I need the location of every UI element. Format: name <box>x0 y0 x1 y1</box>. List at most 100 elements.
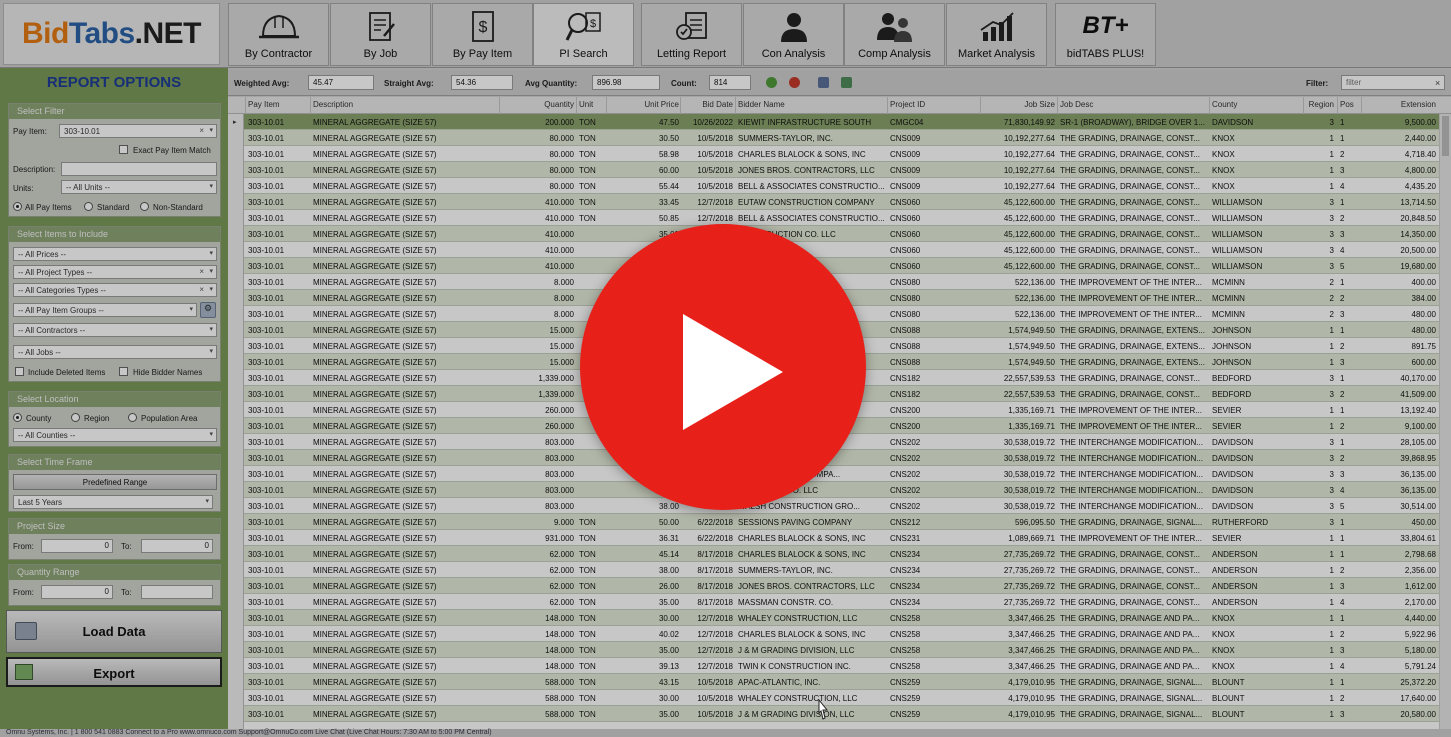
table-row[interactable]: 303-10.01 MINERAL AGGREGATE (SIZE 57) 9.00… <box>228 514 1451 530</box>
table-row[interactable]: 303-10.01 MINERAL AGGREGATE (SIZE 57) 80.0… <box>228 146 1451 162</box>
table-row[interactable]: 303-10.01 MINERAL AGGREGATE (SIZE 57) 62.0… <box>228 594 1451 610</box>
column-header-description[interactable]: Description <box>313 100 498 109</box>
column-divider[interactable] <box>310 97 311 114</box>
table-row[interactable]: 303-10.01 MINERAL AGGREGATE (SIZE 57) 148.… <box>228 642 1451 658</box>
column-header-pay-item[interactable]: Pay Item <box>248 100 308 109</box>
table-row[interactable]: 303-10.01 MINERAL AGGREGATE (SIZE 57) 62.0… <box>228 562 1451 578</box>
table-row[interactable]: 303-10.01 MINERAL AGGREGATE (SIZE 57) 410.… <box>228 194 1451 210</box>
tab-pi-search[interactable]: $ PI Search <box>533 3 634 66</box>
column-divider[interactable] <box>1057 97 1058 114</box>
table-row[interactable]: 303-10.01 MINERAL AGGREGATE (SIZE 57) 80.0… <box>228 162 1451 178</box>
column-divider[interactable] <box>887 97 888 114</box>
project-size-to-input[interactable]: 0 <box>141 539 213 553</box>
table-row[interactable]: 303-10.01 MINERAL AGGREGATE (SIZE 57) 410.… <box>228 258 1451 274</box>
region-radio[interactable] <box>71 413 80 422</box>
print-icon[interactable] <box>818 77 829 88</box>
all-pay-items-radio[interactable] <box>13 202 22 211</box>
prices-select[interactable]: -- All Prices -- ▾ <box>13 247 217 261</box>
scrollbar-thumb[interactable] <box>1442 116 1449 156</box>
table-row[interactable]: 303-10.01 MINERAL AGGREGATE (SIZE 57) 588.… <box>228 690 1451 706</box>
table-row[interactable]: 303-10.01 MINERAL AGGREGATE (SIZE 57) 803.… <box>228 482 1451 498</box>
chevron-down-icon[interactable]: ▾ <box>209 126 213 134</box>
units-select[interactable]: -- All Units -- ▾ <box>61 180 217 194</box>
table-row[interactable]: 303-10.01 MINERAL AGGREGATE (SIZE 57) 588.… <box>228 706 1451 722</box>
tab-market-analysis[interactable]: Market Analysis <box>946 3 1047 66</box>
column-divider[interactable] <box>606 97 607 114</box>
settings-icon[interactable]: ⚙ <box>200 302 216 318</box>
column-header-unit[interactable]: Unit <box>579 100 605 109</box>
tab-con-analysis[interactable]: Con Analysis <box>743 3 844 66</box>
table-row[interactable]: 303-10.01 MINERAL AGGREGATE (SIZE 57) 803.… <box>228 498 1451 514</box>
quantity-to-input[interactable] <box>141 585 213 599</box>
column-divider[interactable] <box>735 97 736 114</box>
table-row[interactable]: 303-10.01 MINERAL AGGREGATE (SIZE 57) 931.… <box>228 530 1451 546</box>
column-divider[interactable] <box>1303 97 1304 114</box>
column-header-bidder-name[interactable]: Bidder Name <box>738 100 888 109</box>
pay-item-groups-select[interactable]: -- All Pay Item Groups -- ▾ <box>13 303 197 317</box>
clear-icon[interactable]: × <box>199 285 204 294</box>
vertical-scrollbar[interactable] <box>1439 114 1451 737</box>
clear-filter-icon[interactable]: × <box>1435 78 1440 88</box>
tab-by-pay-item[interactable]: $ By Pay Item <box>432 3 533 66</box>
column-divider[interactable] <box>1337 97 1338 114</box>
table-row[interactable]: 303-10.01 MINERAL AGGREGATE (SIZE 57) 62.0… <box>228 578 1451 594</box>
column-header-bid-date[interactable]: Bid Date <box>683 100 733 109</box>
column-header-unit-price[interactable]: Unit Price <box>609 100 679 109</box>
standard-radio[interactable] <box>84 202 93 211</box>
tab-comp-analysis[interactable]: Comp Analysis <box>844 3 945 66</box>
cancel-icon[interactable] <box>789 77 800 88</box>
tab-by-contractor[interactable]: By Contractor <box>228 3 329 66</box>
tab-by-job[interactable]: By Job <box>330 3 431 66</box>
predefined-range-button[interactable]: Predefined Range <box>13 474 217 490</box>
counties-select[interactable]: -- All Counties -- ▾ <box>13 428 217 442</box>
jobs-select[interactable]: -- All Jobs -- ▾ <box>13 345 217 359</box>
column-divider[interactable] <box>980 97 981 114</box>
filter-input[interactable] <box>1341 75 1445 90</box>
column-header-project-id[interactable]: Project ID <box>890 100 980 109</box>
county-radio[interactable] <box>13 413 22 422</box>
column-divider[interactable] <box>1209 97 1210 114</box>
description-input[interactable] <box>61 162 217 176</box>
column-divider[interactable] <box>576 97 577 114</box>
table-row[interactable]: 303-10.01 MINERAL AGGREGATE (SIZE 57) 62.0… <box>228 546 1451 562</box>
play-button[interactable] <box>580 224 866 510</box>
clear-icon[interactable]: × <box>199 126 204 135</box>
clear-icon[interactable]: × <box>199 267 204 276</box>
table-row[interactable]: 303-10.01 MINERAL AGGREGATE (SIZE 57) 80.0… <box>228 178 1451 194</box>
excel-icon[interactable] <box>841 77 852 88</box>
project-types-select[interactable]: -- All Project Types -- × ▾ <box>13 265 217 279</box>
tab-bidtabs-plus[interactable]: BT+ bidTABS PLUS! <box>1055 3 1156 66</box>
column-divider[interactable] <box>1361 97 1362 114</box>
column-header-extension[interactable]: Extension <box>1364 100 1436 109</box>
table-row[interactable]: 303-10.01 MINERAL AGGREGATE (SIZE 57) 410.… <box>228 210 1451 226</box>
table-row[interactable]: 303-10.01 MINERAL AGGREGATE (SIZE 57) 803.… <box>228 450 1451 466</box>
table-row[interactable]: 303-10.01 MINERAL AGGREGATE (SIZE 57) 148.… <box>228 610 1451 626</box>
table-row[interactable]: 303-10.01 MINERAL AGGREGATE (SIZE 57) 588.… <box>228 674 1451 690</box>
range-select[interactable]: Last 5 Years ▾ <box>13 495 213 509</box>
table-row[interactable]: 303-10.01 MINERAL AGGREGATE (SIZE 57) 200.… <box>228 114 1451 130</box>
column-header-pos[interactable]: Pos <box>1340 100 1362 109</box>
population-area-radio[interactable] <box>128 413 137 422</box>
column-divider[interactable] <box>499 97 500 114</box>
quantity-from-input[interactable]: 0 <box>41 585 113 599</box>
pay-item-combo[interactable]: 303-10.01 × ▾ <box>59 124 217 138</box>
table-row[interactable]: 303-10.01 MINERAL AGGREGATE (SIZE 57) 410.… <box>228 226 1451 242</box>
table-row[interactable]: 303-10.01 MINERAL AGGREGATE (SIZE 57) 803.… <box>228 466 1451 482</box>
refresh-icon[interactable] <box>766 77 777 88</box>
table-row[interactable]: 303-10.01 MINERAL AGGREGATE (SIZE 57) 148.… <box>228 658 1451 674</box>
column-header-region[interactable]: Region <box>1306 100 1334 109</box>
tab-letting-report[interactable]: Letting Report <box>641 3 742 66</box>
column-header-quantity[interactable]: Quantity <box>502 100 574 109</box>
column-header-job-size[interactable]: Job Size <box>983 100 1055 109</box>
categories-select[interactable]: -- All Categories Types -- × ▾ <box>13 283 217 297</box>
hide-bidder-checkbox[interactable] <box>119 367 128 376</box>
contractors-select[interactable]: -- All Contractors -- ▾ <box>13 323 217 337</box>
column-divider[interactable] <box>245 97 246 114</box>
include-deleted-checkbox[interactable] <box>15 367 24 376</box>
column-divider[interactable] <box>680 97 681 114</box>
project-size-from-input[interactable]: 0 <box>41 539 113 553</box>
exact-match-checkbox[interactable] <box>119 145 128 154</box>
table-row[interactable]: 303-10.01 MINERAL AGGREGATE (SIZE 57) 148.… <box>228 626 1451 642</box>
column-header-county[interactable]: County <box>1212 100 1304 109</box>
table-row[interactable]: 303-10.01 MINERAL AGGREGATE (SIZE 57) 410.… <box>228 242 1451 258</box>
